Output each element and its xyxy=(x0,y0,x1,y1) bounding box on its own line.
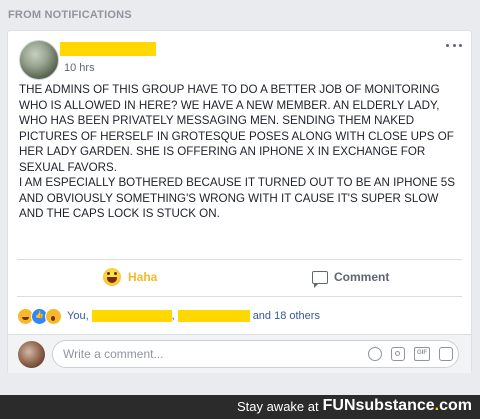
post-card: 10 hrs THE ADMINS OF THIS GROUP HAVE TO … xyxy=(7,30,472,373)
haha-icon xyxy=(103,268,121,286)
author-avatar[interactable] xyxy=(19,40,59,80)
reaction-others[interactable]: and 18 others xyxy=(253,310,320,322)
reaction-separator: , xyxy=(171,310,175,322)
comment-label: Comment xyxy=(334,270,390,284)
comment-composer: GIF xyxy=(8,335,471,373)
haha-label: Haha xyxy=(128,270,158,284)
watermark: Stay awake at FUNsubstance.com xyxy=(237,397,472,415)
reactor-name-redacted xyxy=(91,310,172,322)
divider xyxy=(17,259,462,260)
comment-icon xyxy=(312,270,328,288)
section-header: FROM NOTIFICATIONS xyxy=(8,9,132,21)
reactor-name-redacted xyxy=(177,310,250,322)
watermark-prefix: Stay awake at xyxy=(236,398,319,414)
emoji-icon[interactable] xyxy=(368,347,382,361)
comment-button[interactable]: Comment xyxy=(312,267,390,288)
comment-input-icons: GIF xyxy=(368,347,453,361)
haha-reaction-button[interactable]: Haha xyxy=(103,267,157,287)
more-options-icon[interactable] xyxy=(446,40,462,50)
gif-icon[interactable]: GIF xyxy=(414,347,430,361)
commenter-avatar xyxy=(18,341,45,368)
funsubstance-logo: FUNsubstance.com xyxy=(322,397,472,414)
divider xyxy=(17,296,462,297)
post-text: THE ADMINS OF THIS GROUP HAVE TO DO A BE… xyxy=(19,83,455,220)
wow-icon xyxy=(45,307,62,325)
reaction-summary[interactable]: You, , and 18 others xyxy=(17,307,320,325)
post-timestamp[interactable]: 10 hrs xyxy=(64,62,95,74)
sticker-icon[interactable] xyxy=(439,347,453,361)
watermark-bar: Stay awake at FUNsubstance.com xyxy=(0,395,480,419)
reaction-you: You, xyxy=(67,310,89,322)
camera-icon[interactable] xyxy=(391,347,405,361)
author-name-redacted xyxy=(60,42,156,56)
